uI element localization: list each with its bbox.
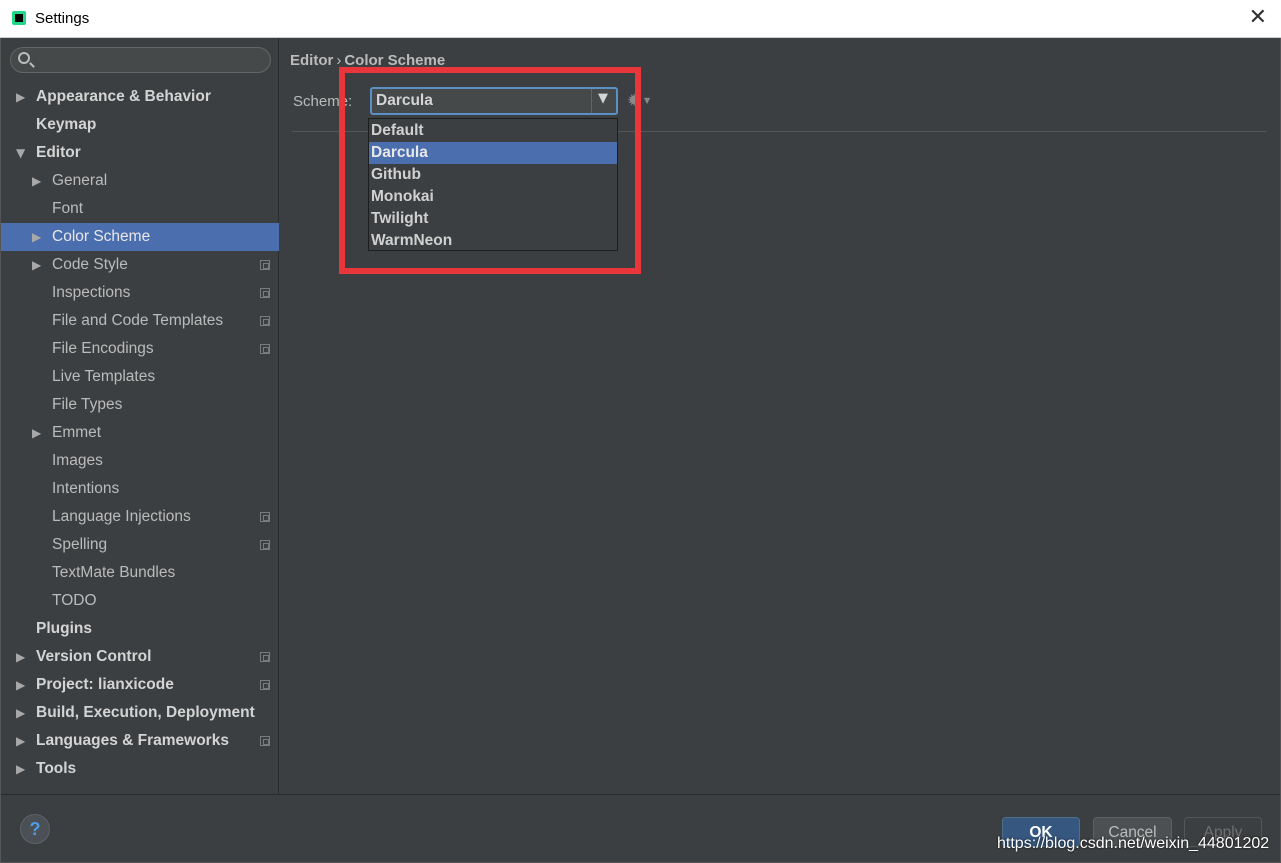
sidebar-item-label: TextMate Bundles <box>52 564 176 581</box>
expand-right-icon[interactable]: ▶ <box>16 699 25 727</box>
sidebar-item-label: Inspections <box>52 284 131 301</box>
sidebar-item[interactable]: Plugins <box>1 615 279 643</box>
sidebar-item[interactable]: Live Templates <box>1 363 279 391</box>
sidebar-item[interactable]: ▶ General <box>1 167 279 195</box>
project-scope-icon <box>260 288 270 298</box>
sidebar-item-label: Version Control <box>36 648 152 665</box>
expand-right-icon[interactable]: ▶ <box>16 671 25 699</box>
sidebar-item-label: General <box>52 172 108 189</box>
project-scope-icon <box>260 540 270 550</box>
sidebar-item[interactable]: TODO <box>1 587 279 615</box>
sidebar-item[interactable]: ▶ Color Scheme <box>1 223 279 251</box>
breadcrumb-parent: Editor <box>290 52 334 69</box>
sidebar-item-label: Spelling <box>52 536 108 553</box>
sidebar-item[interactable]: TextMate Bundles <box>1 559 279 587</box>
pycharm-app-icon <box>12 11 26 25</box>
expand-down-icon[interactable]: ▼ <box>16 139 25 167</box>
project-scope-icon <box>260 344 270 354</box>
sidebar-item-label: Languages & Frameworks <box>36 732 229 749</box>
sidebar-item-label: File Encodings <box>52 340 154 357</box>
sidebar-item-label: Code Style <box>52 256 128 273</box>
sidebar-item[interactable]: ▼ Editor <box>1 139 279 167</box>
sidebar-item[interactable]: Font <box>1 195 279 223</box>
sidebar-item[interactable]: ▶ Languages & Frameworks <box>1 727 279 755</box>
sidebar-item-label: Keymap <box>36 116 97 133</box>
sidebar-item[interactable]: ▶ Version Control <box>1 643 279 671</box>
sidebar-item-label: Color Scheme <box>52 228 151 245</box>
help-button[interactable]: ? <box>20 814 50 844</box>
search-icon <box>18 52 30 64</box>
sidebar-item[interactable]: File Encodings <box>1 335 279 363</box>
window-title: Settings <box>35 10 90 27</box>
sidebar-item[interactable]: ▶ Code Style <box>1 251 279 279</box>
expand-right-icon[interactable]: ▶ <box>16 83 25 111</box>
close-icon[interactable]: ✕ <box>1249 6 1267 30</box>
sidebar-item[interactable]: File Types <box>1 391 279 419</box>
settings-sidebar: ▶ Appearance & Behavior Keymap ▼ Editor ▶ Gene… <box>1 38 279 794</box>
expand-right-icon[interactable]: ▶ <box>32 251 41 279</box>
sidebar-item[interactable]: Inspections <box>1 279 279 307</box>
project-scope-icon <box>260 736 270 746</box>
main-panel: Editor › Color Scheme Scheme: Darcula ▼ ✹ … <box>280 38 1280 794</box>
sidebar-item-label: Plugins <box>36 620 92 637</box>
project-scope-icon <box>260 512 270 522</box>
sidebar-item-label: TODO <box>52 592 97 609</box>
sidebar-item[interactable]: Intentions <box>1 475 279 503</box>
sidebar-item[interactable]: File and Code Templates <box>1 307 279 335</box>
sidebar-item[interactable]: ▶ Emmet <box>1 419 279 447</box>
project-scope-icon <box>260 316 270 326</box>
settings-tree: ▶ Appearance & Behavior Keymap ▼ Editor ▶ Gene… <box>1 83 279 783</box>
sidebar-item-label: Build, Execution, Deployment <box>36 704 255 721</box>
sidebar-item-label: Live Templates <box>52 368 156 385</box>
sidebar-item[interactable]: ▶ Build, Execution, Deployment <box>1 699 279 727</box>
dialog-footer: ? OK Cancel Apply https://blog.csdn.net/… <box>1 794 1280 862</box>
sidebar-item-label: Font <box>52 200 84 217</box>
sidebar-item-label: Images <box>52 452 103 469</box>
project-scope-icon <box>260 260 270 270</box>
sidebar-item-label: Tools <box>36 760 77 777</box>
gear-menu-caret-icon[interactable]: ▼ <box>644 96 650 105</box>
sidebar-item-label: File Types <box>52 396 123 413</box>
sidebar-item-label: Language Injections <box>52 508 191 525</box>
expand-right-icon[interactable]: ▶ <box>16 727 25 755</box>
expand-right-icon[interactable]: ▶ <box>32 223 41 251</box>
sidebar-item[interactable]: Keymap <box>1 111 279 139</box>
search-input[interactable] <box>10 47 271 73</box>
sidebar-item-label: Intentions <box>52 480 120 497</box>
sidebar-item[interactable]: ▶ Tools <box>1 755 279 783</box>
watermark-text: https://blog.csdn.net/weixin_44801202 <box>997 835 1270 852</box>
project-scope-icon <box>260 652 270 662</box>
expand-right-icon[interactable]: ▶ <box>16 755 25 783</box>
sidebar-item[interactable]: Spelling <box>1 531 279 559</box>
sidebar-item-label: Editor <box>36 144 81 161</box>
sidebar-item[interactable]: ▶ Project: lianxicode <box>1 671 279 699</box>
window-titlebar: Settings ✕ <box>0 0 1281 38</box>
expand-right-icon[interactable]: ▶ <box>32 419 41 447</box>
sidebar-item-label: Emmet <box>52 424 102 441</box>
sidebar-item-label: Project: lianxicode <box>36 676 174 693</box>
expand-right-icon[interactable]: ▶ <box>16 643 25 671</box>
sidebar-item[interactable]: Images <box>1 447 279 475</box>
sidebar-item[interactable]: ▶ Appearance & Behavior <box>1 83 279 111</box>
sidebar-item-label: Appearance & Behavior <box>36 88 211 105</box>
sidebar-item-label: File and Code Templates <box>52 312 224 329</box>
expand-right-icon[interactable]: ▶ <box>32 167 41 195</box>
sidebar-item[interactable]: Language Injections <box>1 503 279 531</box>
annotation-highlight-box <box>339 67 641 274</box>
project-scope-icon <box>260 680 270 690</box>
